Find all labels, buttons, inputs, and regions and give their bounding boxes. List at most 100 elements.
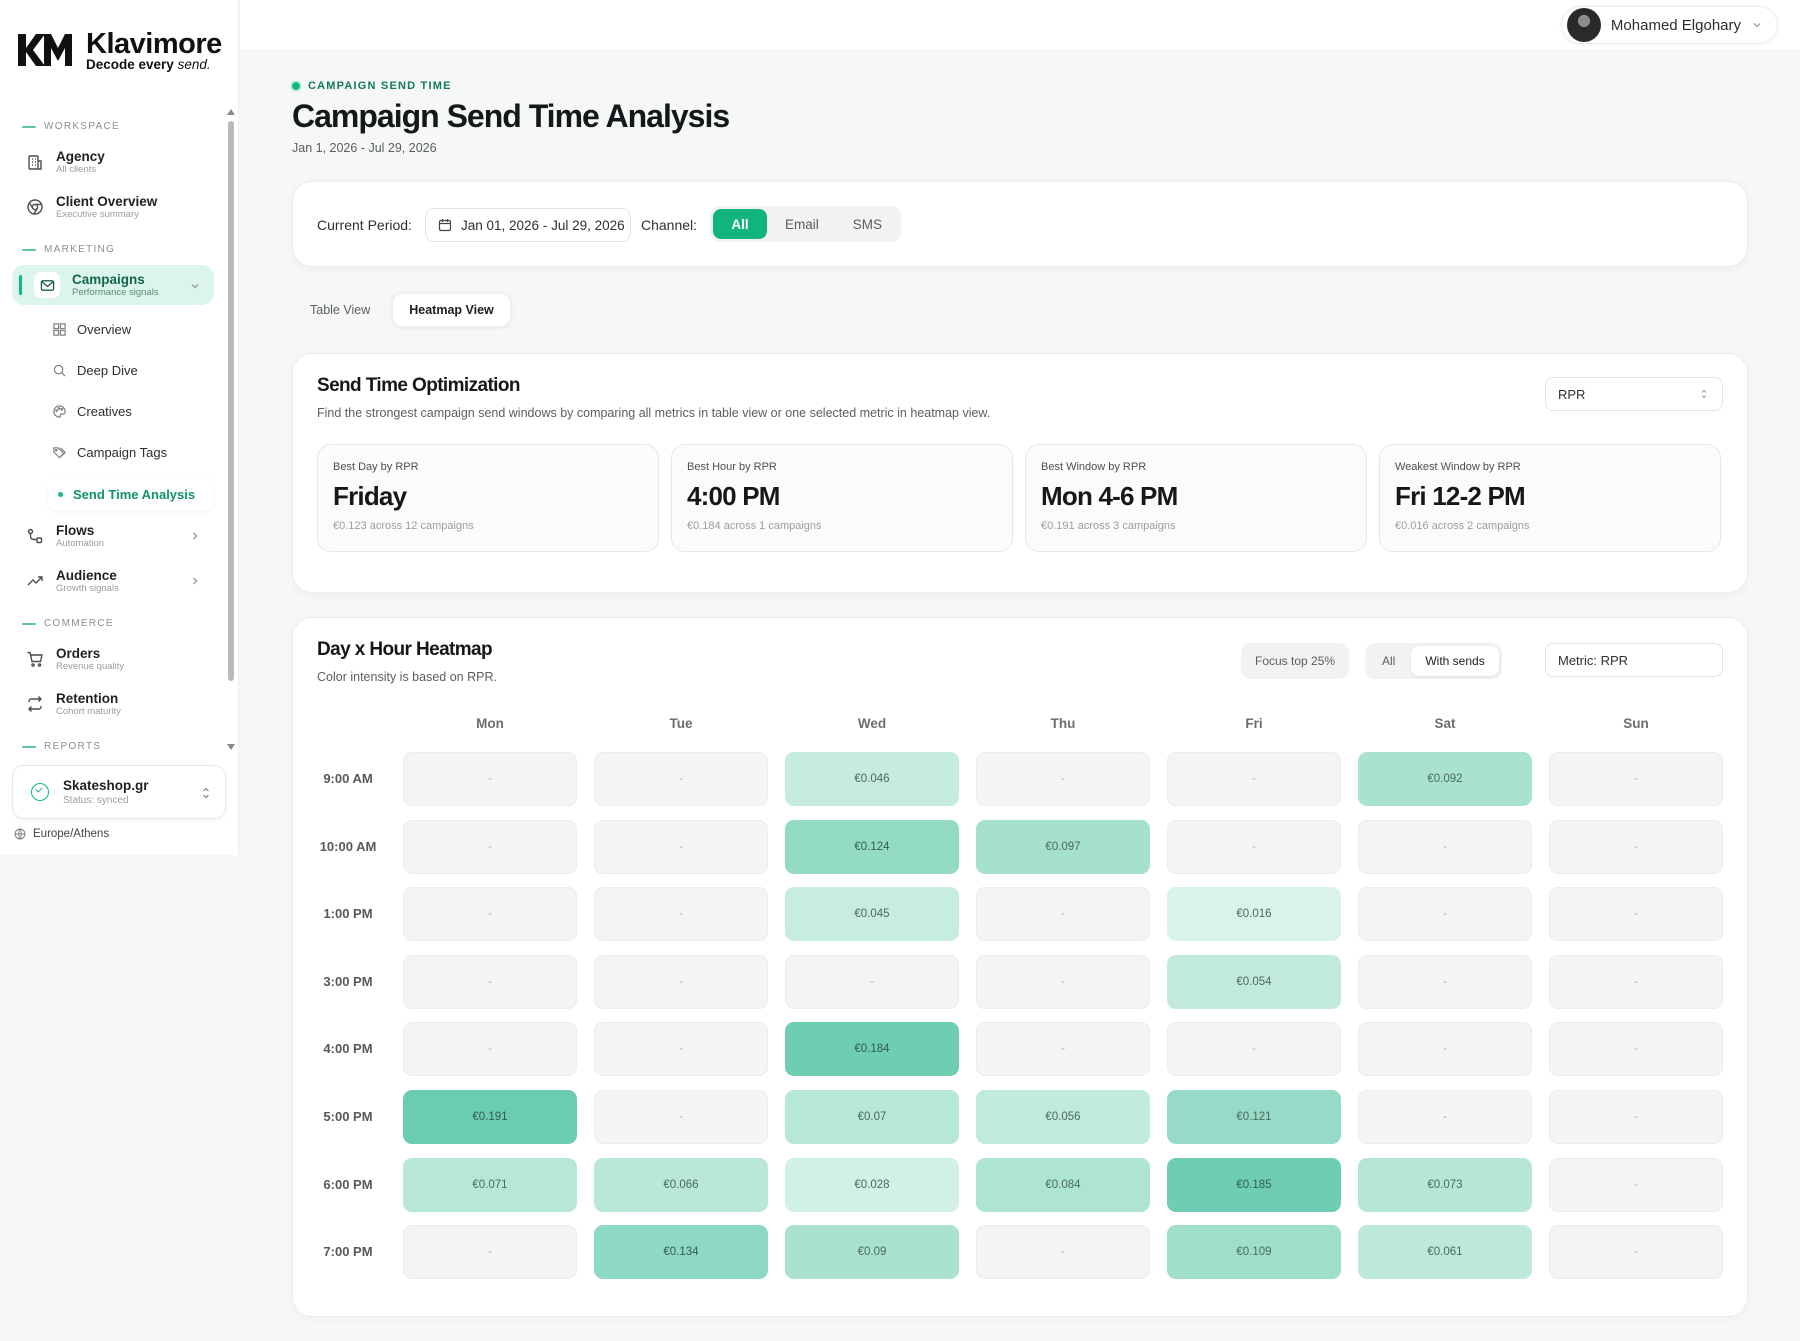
heatmap-cell[interactable]: €0.061 (1358, 1225, 1532, 1280)
heatmap-cell[interactable]: - (1549, 819, 1723, 874)
heatmap-cell[interactable]: - (976, 887, 1150, 942)
heatmap-cell[interactable]: - (1549, 752, 1723, 806)
heatmap-cell[interactable]: €0.191 (403, 1090, 577, 1144)
heatmap-cell[interactable]: €0.092 (1358, 752, 1532, 806)
heatmap-cell[interactable]: - (1549, 1090, 1723, 1144)
heatmap-cell[interactable]: - (1358, 1022, 1532, 1077)
sidebar-item-retention[interactable]: Retention Cohort maturity (14, 683, 214, 725)
heatmap-cell[interactable]: €0.045 (785, 887, 959, 942)
heatmap-cell[interactable]: €0.066 (594, 1157, 768, 1212)
page-title: Campaign Send Time Analysis (292, 98, 730, 134)
heatmap-cell[interactable]: - (403, 1225, 577, 1280)
day-header: Thu (1050, 716, 1076, 731)
heatmap-cell[interactable]: €0.028 (785, 1157, 959, 1212)
filter-all-button[interactable]: All (1368, 646, 1409, 676)
filter-with-sends-button[interactable]: With sends (1411, 646, 1499, 676)
metric-select[interactable]: RPR (1545, 377, 1723, 411)
date-range-picker[interactable]: Jan 01, 2026 - Jul 29, 2026 (425, 208, 631, 242)
heatmap-cell[interactable]: €0.084 (976, 1157, 1150, 1212)
store-switcher[interactable]: Skateshop.gr Status: synced (12, 765, 226, 819)
user-menu[interactable]: Mohamed Elgohary (1560, 6, 1778, 44)
sidebar-subitem-deep-dive[interactable]: Deep Dive (52, 357, 138, 383)
heatmap-cell[interactable]: - (1549, 1225, 1723, 1280)
sidebar-item-orders[interactable]: Orders Revenue quality (14, 638, 214, 680)
heatmap-cell[interactable]: - (403, 887, 577, 942)
heatmap-cell[interactable]: - (1549, 1022, 1723, 1077)
sidebar-item-client-overview[interactable]: Client Overview Executive summary (14, 186, 214, 228)
tags-icon (53, 446, 66, 459)
heatmap-cell[interactable]: - (594, 1090, 768, 1144)
hour-label: 10:00 AM (319, 838, 377, 854)
heatmap-cell[interactable]: - (594, 954, 768, 1009)
heatmap-cell[interactable]: - (1167, 1022, 1341, 1077)
heatmap-cell[interactable]: - (594, 819, 768, 874)
heatmap-cell[interactable]: - (403, 1022, 577, 1077)
scrollbar-thumb[interactable] (228, 121, 234, 681)
sidebar-subitem-send-time-analysis[interactable]: Send Time Analysis (48, 477, 214, 511)
metric-field[interactable]: Metric: RPR (1545, 643, 1723, 677)
heatmap-cell[interactable]: - (976, 954, 1150, 1009)
heatmap-cell[interactable]: - (976, 1022, 1150, 1077)
heatmap-cell[interactable]: - (1549, 954, 1723, 1009)
heatmap-cell[interactable]: - (1167, 752, 1341, 806)
heatmap-cell[interactable]: €0.09 (785, 1225, 959, 1280)
heatmap-cell[interactable]: €0.056 (976, 1090, 1150, 1144)
heatmap-cell[interactable]: - (1358, 887, 1532, 942)
sidebar-item-campaigns[interactable]: Campaigns Performance signals (12, 265, 214, 305)
heatmap-cell[interactable]: €0.121 (1167, 1090, 1341, 1144)
chevron-down-icon[interactable] (188, 279, 202, 293)
heatmap-cell[interactable]: €0.071 (403, 1157, 577, 1212)
scroll-down-arrow-icon[interactable] (227, 744, 235, 750)
stat-note: €0.184 across 1 campaigns (687, 520, 822, 532)
heatmap-cell[interactable]: - (403, 752, 577, 806)
tab-table-view[interactable]: Table View (294, 293, 386, 327)
trending-up-icon (27, 576, 43, 586)
channel-sms-button[interactable]: SMS (837, 209, 898, 239)
sidebar-item-agency[interactable]: Agency All clients (14, 141, 214, 183)
nav-subtitle: Performance signals (72, 287, 159, 298)
heatmap-cell[interactable]: - (1549, 887, 1723, 942)
heatmap-cell[interactable]: - (1167, 819, 1341, 874)
sidebar-item-audience[interactable]: Audience Growth signals (14, 560, 214, 602)
hour-label: 4:00 PM (323, 1041, 373, 1057)
brand[interactable]: Klavimore Decode every send. (16, 28, 222, 72)
day-header: Sat (1434, 716, 1456, 731)
sidebar-subitem-overview[interactable]: Overview (52, 316, 131, 342)
heatmap-cell[interactable]: €0.016 (1167, 887, 1341, 942)
heatmap-cell[interactable]: €0.073 (1358, 1157, 1532, 1212)
heatmap-cell[interactable]: €0.124 (785, 819, 959, 874)
focus-top-button[interactable]: Focus top 25% (1241, 643, 1350, 679)
heatmap-cell[interactable]: - (1358, 1090, 1532, 1144)
sidebar-scrollbar[interactable] (227, 106, 235, 750)
channel-all-button[interactable]: All (713, 209, 767, 239)
heatmap-cell[interactable]: - (976, 752, 1150, 806)
heatmap-cell[interactable]: - (1549, 1157, 1723, 1212)
heatmap-cell[interactable]: - (1358, 819, 1532, 874)
heatmap-cell[interactable]: €0.134 (594, 1225, 768, 1280)
chevron-right-icon[interactable] (188, 529, 202, 543)
sidebar-subitem-creatives[interactable]: Creatives (52, 398, 132, 424)
sidebar-item-flows[interactable]: Flows Automation (14, 515, 214, 557)
heatmap-cell[interactable]: €0.07 (785, 1090, 959, 1144)
tab-heatmap-view[interactable]: Heatmap View (392, 293, 511, 327)
heatmap-cell[interactable]: - (403, 819, 577, 874)
heatmap-cell[interactable]: - (1358, 954, 1532, 1009)
heatmap-cell[interactable]: - (976, 1225, 1150, 1280)
heatmap-cell[interactable]: - (594, 1022, 768, 1077)
channel-email-button[interactable]: Email (769, 209, 835, 239)
heatmap-cell[interactable]: €0.185 (1167, 1157, 1341, 1212)
heatmap-cell[interactable]: €0.097 (976, 819, 1150, 874)
palette-icon (53, 404, 66, 418)
heatmap-cell[interactable]: - (594, 887, 768, 942)
heatmap-cell[interactable]: - (403, 954, 577, 1009)
chevron-right-icon[interactable] (188, 574, 202, 588)
heatmap-cell[interactable]: €0.109 (1167, 1225, 1341, 1280)
heatmap-cell[interactable]: - (594, 752, 768, 806)
sidebar-subitem-campaign-tags[interactable]: Campaign Tags (52, 439, 167, 465)
heatmap-cell[interactable]: €0.054 (1167, 954, 1341, 1009)
heatmap-cell[interactable]: - (785, 954, 959, 1009)
scroll-up-arrow-icon[interactable] (227, 109, 235, 115)
current-dot (58, 491, 63, 497)
heatmap-cell[interactable]: €0.184 (785, 1022, 959, 1077)
heatmap-cell[interactable]: €0.046 (785, 752, 959, 806)
